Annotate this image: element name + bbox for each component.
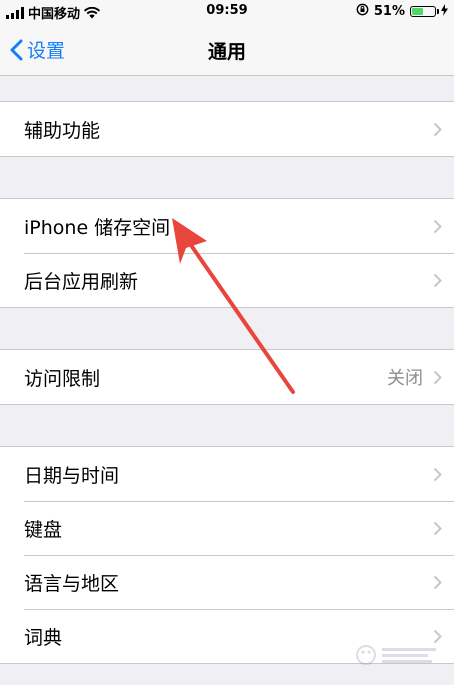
chevron-right-icon xyxy=(433,370,442,384)
chevron-right-icon xyxy=(433,273,442,287)
chevron-right-icon xyxy=(433,521,442,535)
cell-label: 辅助功能 xyxy=(24,119,101,142)
cell-label: iPhone 储存空间 xyxy=(24,216,171,239)
cell-label: 键盘 xyxy=(24,518,63,541)
settings-general-screen: 中国移动 09:59 51% 设置 通用 辅助功能 iPhone 储存空间 后台… xyxy=(0,0,454,685)
battery-fill xyxy=(412,8,423,15)
chevron-right-icon xyxy=(433,122,442,136)
cell-iphone-storage[interactable]: iPhone 储存空间 xyxy=(0,199,454,253)
cell-label: 日期与时间 xyxy=(24,464,120,487)
status-bar: 中国移动 09:59 51% xyxy=(0,0,454,24)
settings-group-storage: iPhone 储存空间 后台应用刷新 xyxy=(0,198,454,308)
settings-group-accessibility: 辅助功能 xyxy=(0,101,454,157)
cell-keyboard[interactable]: 键盘 xyxy=(0,501,454,555)
cell-label: 后台应用刷新 xyxy=(24,270,139,293)
page-title: 通用 xyxy=(207,41,246,63)
watermark-logo xyxy=(356,645,436,665)
chevron-right-icon xyxy=(433,219,442,233)
settings-group-restrictions: 访问限制 关闭 xyxy=(0,349,454,405)
cell-date-time[interactable]: 日期与时间 xyxy=(0,447,454,501)
cell-label: 语言与地区 xyxy=(24,572,120,595)
settings-group-locale: 日期与时间 键盘 语言与地区 词典 xyxy=(0,446,454,664)
battery-icon xyxy=(410,6,439,17)
battery-percent: 51% xyxy=(373,4,405,19)
status-right: 51% xyxy=(356,3,448,20)
charging-icon xyxy=(441,3,448,20)
cell-value: 关闭 xyxy=(387,368,423,389)
chevron-right-icon xyxy=(433,575,442,589)
cell-language-region[interactable]: 语言与地区 xyxy=(0,555,454,609)
cell-accessibility[interactable]: 辅助功能 xyxy=(0,102,454,156)
cell-background-app-refresh[interactable]: 后台应用刷新 xyxy=(0,253,454,307)
cell-label: 访问限制 xyxy=(24,367,101,390)
navigation-bar: 设置 通用 xyxy=(0,24,454,76)
cell-restrictions[interactable]: 访问限制 关闭 xyxy=(0,350,454,404)
orientation-lock-icon xyxy=(356,3,369,20)
chevron-right-icon xyxy=(433,467,442,481)
